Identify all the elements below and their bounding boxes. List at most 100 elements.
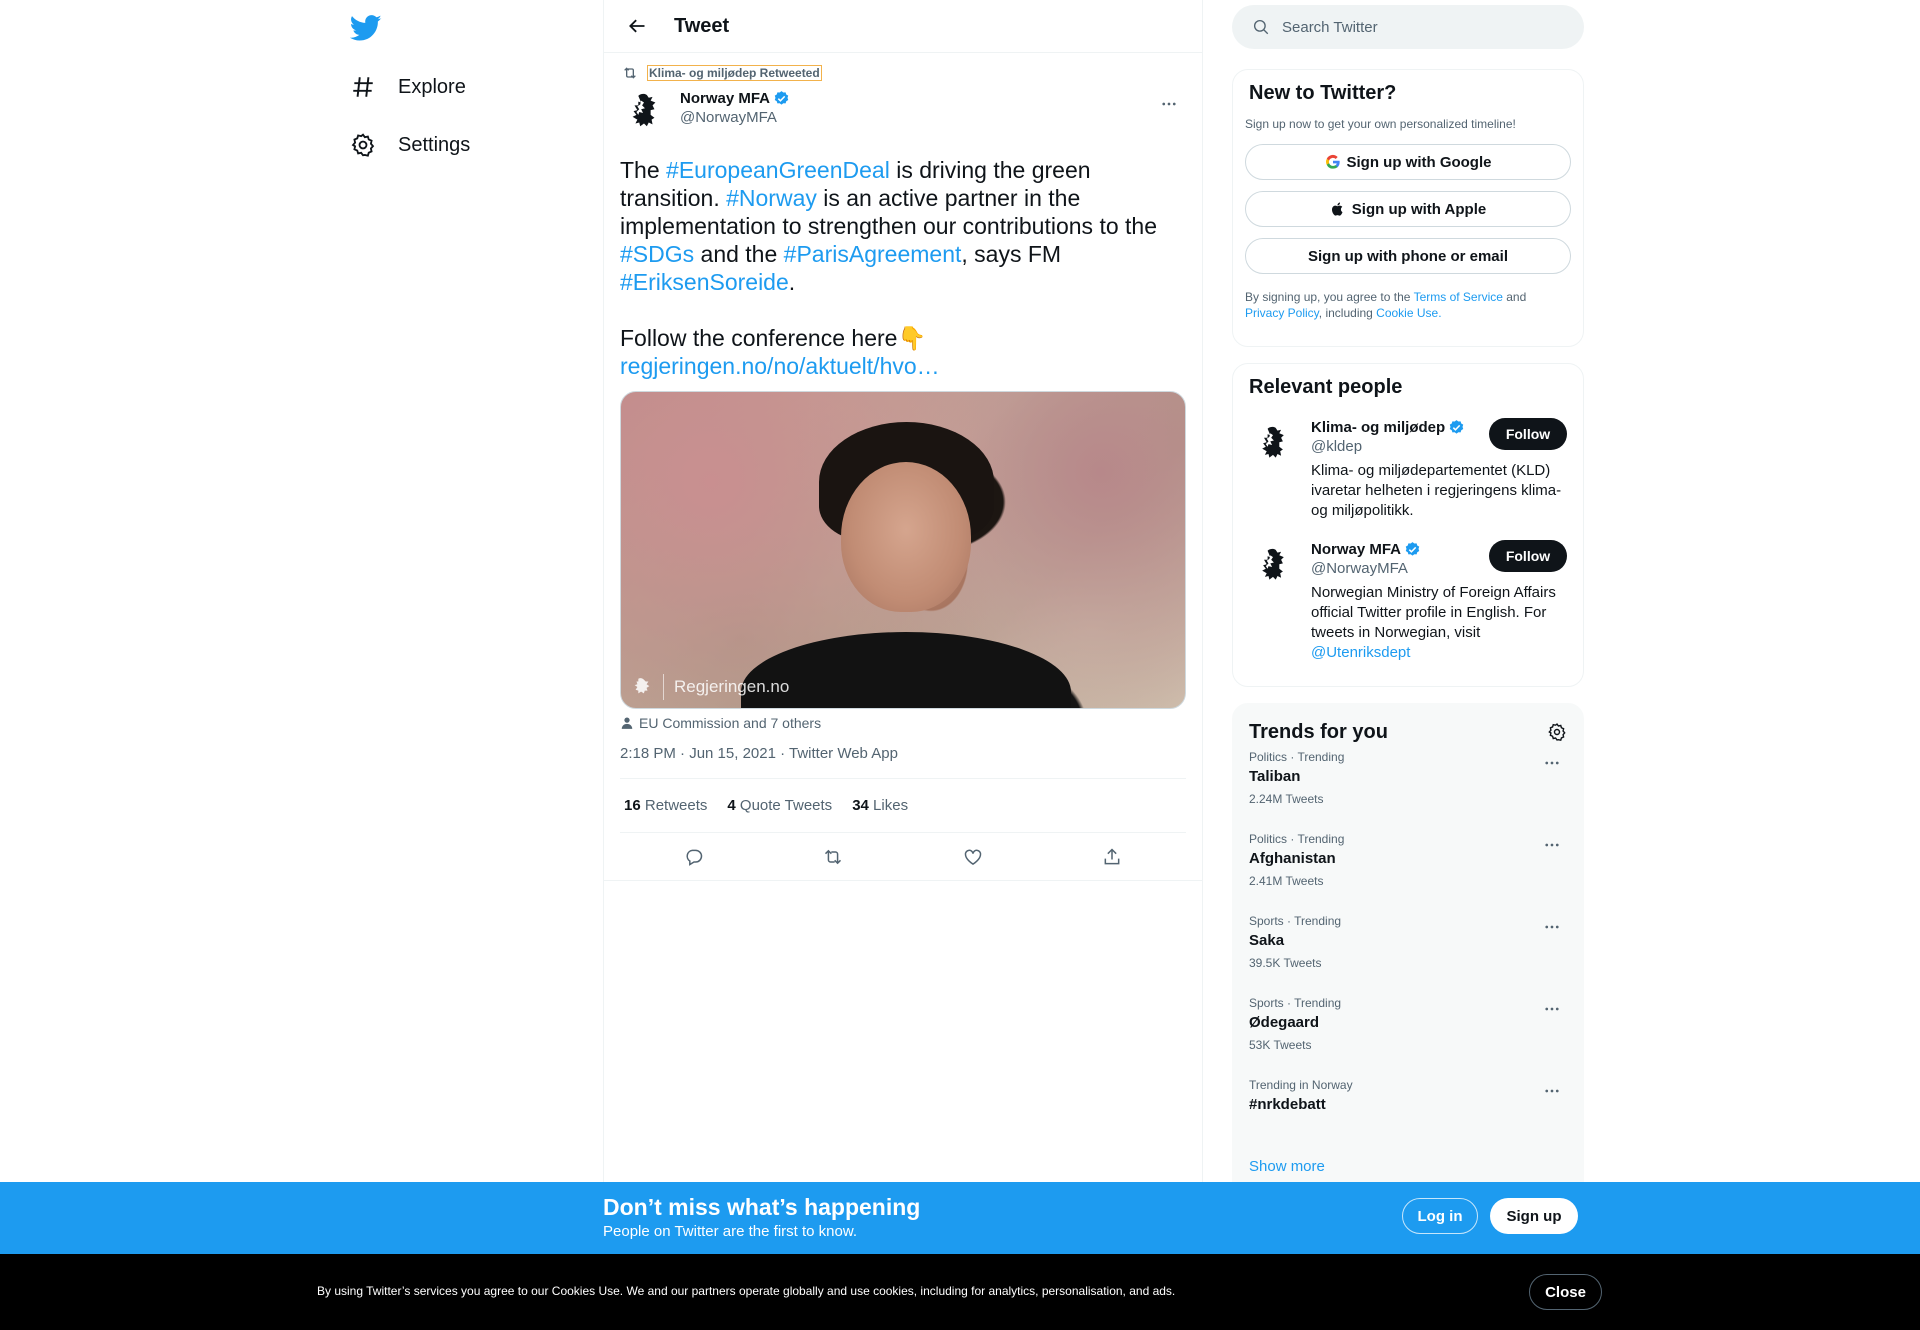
trend-item[interactable]: Trending in Norway #nrkdebatt — [1233, 1076, 1583, 1158]
search-bar[interactable] — [1232, 5, 1584, 49]
author-handle[interactable]: @NorwayMFA — [680, 109, 790, 126]
trend-item[interactable]: Sports · Trending Saka 39.5K Tweets — [1233, 912, 1583, 994]
signup-button[interactable]: Sign up — [1490, 1198, 1578, 1234]
trend-context: Sports · Trending — [1249, 914, 1342, 928]
mention-link[interactable]: @Utenriksdept — [1311, 644, 1410, 661]
trend-more-button[interactable] — [1537, 830, 1567, 860]
trend-count: 2.41M Tweets — [1249, 874, 1324, 888]
arrow-left-icon — [629, 19, 645, 33]
person-item[interactable]: Norway MFA @NorwayMFA Norwegian Ministry… — [1249, 540, 1567, 663]
trend-context: Trending in Norway — [1249, 1078, 1353, 1092]
tagged-people[interactable]: EU Commission and 7 others — [620, 715, 1186, 731]
lion-watermark-icon — [634, 678, 650, 694]
banner-subtitle: People on Twitter are the first to know. — [603, 1223, 858, 1240]
trend-more-button[interactable] — [1537, 1076, 1567, 1106]
tweet-paragraph-1: The #EuropeanGreenDeal is driving the gr… — [620, 156, 1190, 296]
norway-lion-icon — [1262, 426, 1284, 458]
retweet-button[interactable] — [815, 839, 851, 875]
norway-lion-icon — [1262, 548, 1284, 580]
media-watermark: Regjeringen.no — [631, 674, 789, 700]
search-icon — [1253, 19, 1269, 35]
retweet-icon — [624, 67, 636, 79]
back-button[interactable] — [619, 8, 655, 44]
quotes-count: 4 — [727, 797, 736, 814]
trend-more-button[interactable] — [1537, 912, 1567, 942]
terms-of-service-link[interactable]: Terms of Service — [1414, 290, 1503, 304]
follow-button[interactable]: Follow — [1489, 540, 1567, 572]
apple-icon — [1331, 202, 1343, 216]
main-column: Tweet Klima- og miljødep Retweeted Norwa… — [603, 0, 1203, 1330]
cookie-use-link[interactable]: Cookie Use. — [1376, 306, 1441, 320]
signup-google-button[interactable]: Sign up with Google — [1245, 144, 1571, 180]
tweet-url-link[interactable]: regjeringen.no/no/aktuelt/hvo… — [620, 353, 940, 379]
share-icon — [1104, 847, 1120, 864]
likes-stat[interactable]: 34 Likes — [852, 797, 908, 814]
search-input[interactable] — [1282, 18, 1542, 36]
signup-phone-email-button[interactable]: Sign up with phone or email — [1245, 238, 1571, 274]
watermark-separator — [663, 674, 664, 700]
new-to-twitter-title: New to Twitter? — [1249, 82, 1397, 104]
person-item[interactable]: Klima- og miljødep @kldep Klima- og milj… — [1249, 418, 1567, 521]
signup-apple-button[interactable]: Sign up with Apple — [1245, 191, 1571, 227]
follow-button[interactable]: Follow — [1489, 418, 1567, 450]
tweet-text-part: , says FM — [961, 241, 1062, 267]
cookie-bar: By using Twitter’s services you agree to… — [0, 1254, 1920, 1330]
signup-google-label: Sign up with Google — [1346, 153, 1492, 171]
twitter-bird-icon — [349, 15, 382, 41]
gear-icon[interactable] — [1547, 722, 1567, 742]
trend-item[interactable]: Politics · Trending Afghanistan 2.41M Tw… — [1233, 830, 1583, 912]
trend-item[interactable]: Politics · Trending Taliban 2.24M Tweets — [1233, 748, 1583, 830]
gear-icon — [351, 133, 375, 157]
share-button[interactable] — [1094, 839, 1130, 875]
relevant-people-title: Relevant people — [1249, 376, 1403, 398]
person-icon — [621, 717, 633, 729]
retweets-stat[interactable]: 16 Retweets — [624, 797, 707, 814]
tweet-stats: 16 Retweets 4 Quote Tweets 34 Likes — [620, 779, 1186, 833]
quote-tweets-stat[interactable]: 4 Quote Tweets — [727, 797, 832, 814]
author-name[interactable]: Norway MFA — [680, 90, 790, 107]
verified-badge-icon — [774, 91, 789, 105]
hashtag-link[interactable]: #EuropeanGreenDeal — [666, 157, 890, 183]
reply-button[interactable] — [676, 839, 712, 875]
privacy-policy-link[interactable]: Privacy Policy — [1245, 306, 1319, 320]
nav-explore-label: Explore — [398, 75, 466, 98]
retweeted-by-link[interactable]: Klima- og miljødep Retweeted — [647, 65, 822, 81]
author-avatar[interactable] — [620, 89, 668, 137]
trend-item[interactable]: Sports · Trending Ødegaard 53K Tweets — [1233, 994, 1583, 1076]
trend-more-button[interactable] — [1537, 994, 1567, 1024]
like-button[interactable] — [955, 839, 991, 875]
show-more-link[interactable]: Show more — [1233, 1156, 1341, 1177]
cookie-close-button[interactable]: Close — [1529, 1274, 1602, 1310]
login-button[interactable]: Log in — [1402, 1198, 1478, 1234]
nav-settings-label: Settings — [398, 133, 471, 156]
person-bio: Klima- og miljødepartementet (KLD) ivare… — [1311, 462, 1562, 519]
tweet-video-media[interactable]: Regjeringen.no — [620, 391, 1186, 709]
likes-label: Likes — [873, 797, 909, 814]
trend-more-button[interactable] — [1537, 748, 1567, 778]
hashtag-link[interactable]: #Norway — [726, 185, 817, 211]
retweets-count: 16 — [624, 797, 641, 814]
more-horizontal-icon — [1545, 1089, 1559, 1093]
twitter-logo[interactable] — [349, 12, 382, 44]
trend-count: 39.5K Tweets — [1249, 956, 1322, 970]
tweet-actions — [604, 833, 1202, 881]
tweet-text-part: The — [620, 157, 667, 183]
new-to-twitter-card: New to Twitter? Sign up now to get your … — [1232, 69, 1584, 347]
main-header: Tweet — [604, 0, 1202, 53]
avatar[interactable] — [1249, 421, 1297, 469]
hashtag-link[interactable]: #SDGs — [620, 241, 694, 267]
banner-title: Don’t miss what’s happening — [603, 1194, 921, 1220]
author-name-text: Norway MFA — [680, 90, 771, 107]
nav-settings[interactable]: Settings — [350, 125, 470, 165]
new-to-twitter-subtitle: Sign up now to get your own personalized… — [1245, 117, 1516, 131]
nav-explore[interactable]: Explore — [350, 67, 466, 107]
trend-name: #nrkdebatt — [1249, 1096, 1326, 1113]
tweet-text-part: . — [788, 269, 796, 295]
tweet-more-button[interactable] — [1154, 89, 1184, 119]
hashtag-link[interactable]: #ParisAgreement — [784, 241, 962, 267]
legal-text-part: By signing up, you agree to the — [1245, 290, 1414, 304]
more-horizontal-icon — [1545, 1007, 1559, 1011]
avatar[interactable] — [1249, 543, 1297, 591]
tweet-timestamp[interactable]: 2:18 PM · Jun 15, 2021 · Twitter Web App — [620, 745, 1186, 779]
hashtag-link[interactable]: #EriksenSoreide — [620, 269, 789, 295]
